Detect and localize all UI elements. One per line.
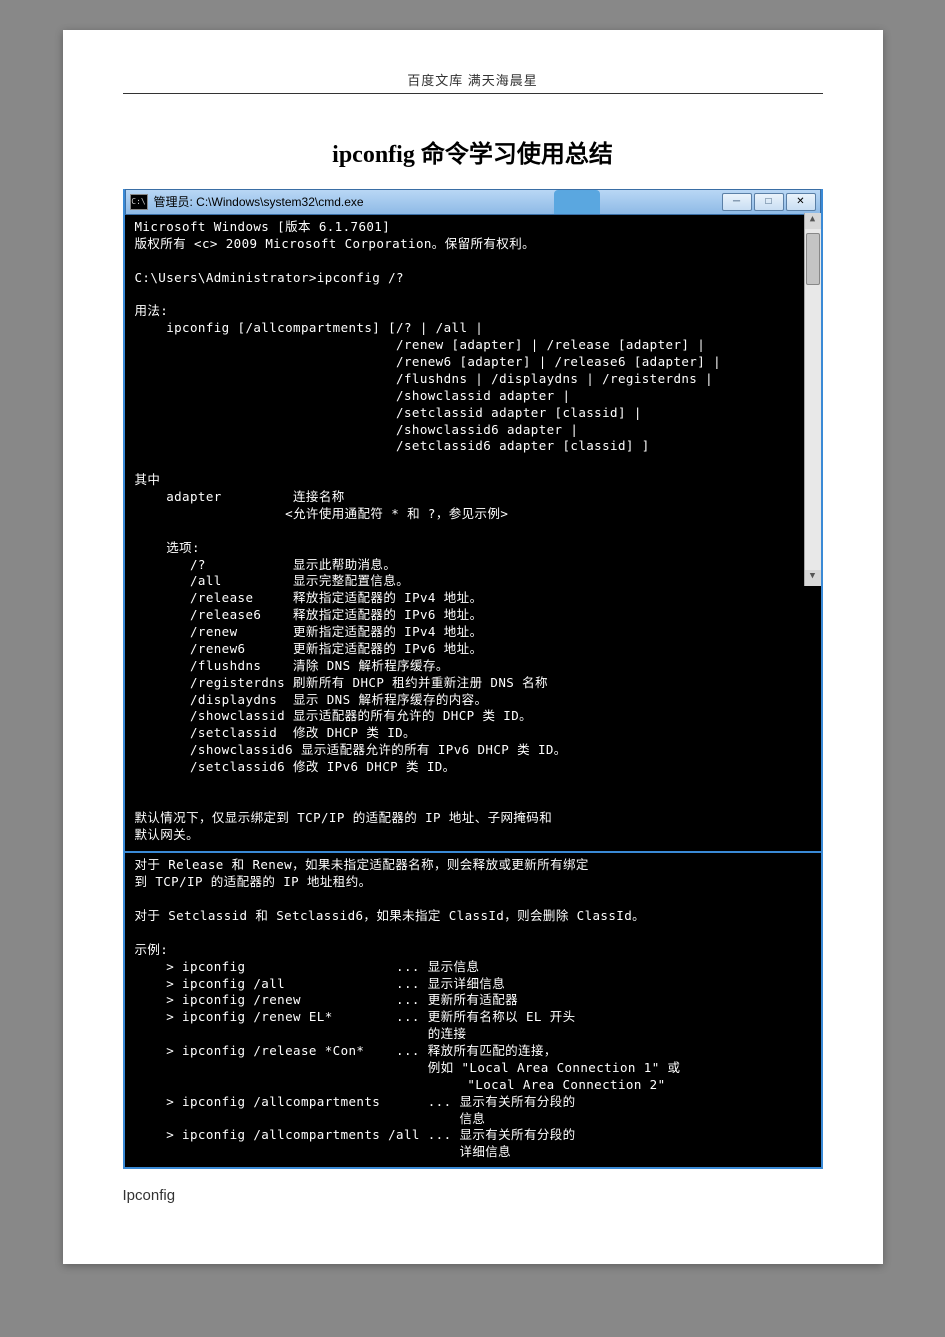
page-header: 百度文库 满天海晨星 (123, 70, 823, 89)
document-page: 百度文库 满天海晨星 ipconfig 命令学习使用总结 C:\ 管理员: C:… (63, 30, 883, 1264)
window-caption: 管理员: C:\Windows\system32\cmd.exe (154, 194, 364, 210)
scroll-thumb[interactable] (806, 233, 820, 285)
footer-text: Ipconfig (123, 1187, 823, 1204)
minimize-button[interactable]: ─ (722, 193, 752, 211)
maximize-button[interactable]: □ (754, 193, 784, 211)
console-body-top: Microsoft Windows [版本 6.1.7601] 版权所有 <c>… (125, 215, 821, 847)
titlebar-tab (554, 190, 600, 214)
window-titlebar: C:\ 管理员: C:\Windows\system32\cmd.exe ─ □… (125, 189, 821, 215)
scroll-down-arrow[interactable]: ▼ (805, 570, 821, 586)
console-body-bottom: 对于 Release 和 Renew，如果未指定适配器名称，则会释放或更新所有绑… (123, 853, 823, 1169)
header-rule (123, 93, 823, 94)
scroll-up-arrow[interactable]: ▲ (805, 213, 821, 229)
cmd-window: C:\ 管理员: C:\Windows\system32\cmd.exe ─ □… (123, 189, 823, 853)
console-text-bottom: 对于 Release 和 Renew，如果未指定适配器名称，则会释放或更新所有绑… (135, 857, 815, 1161)
close-button[interactable]: ✕ (786, 193, 816, 211)
document-title: ipconfig 命令学习使用总结 (123, 134, 823, 169)
vertical-scrollbar[interactable]: ▲ ▼ (804, 213, 821, 586)
console-text-top: Microsoft Windows [版本 6.1.7601] 版权所有 <c>… (135, 219, 815, 843)
cmd-icon: C:\ (130, 194, 148, 210)
